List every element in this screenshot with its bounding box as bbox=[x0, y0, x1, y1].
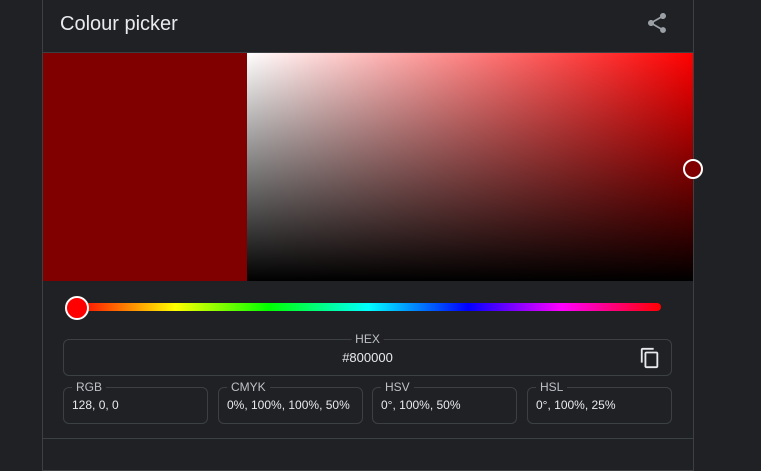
cmyk-label: CMYK bbox=[227, 380, 270, 394]
page-title: Colour picker bbox=[60, 13, 178, 35]
hex-label: HEX bbox=[351, 332, 384, 346]
hex-value[interactable]: #800000 bbox=[64, 350, 671, 365]
hsv-input[interactable] bbox=[381, 398, 512, 412]
saturation-value-handle[interactable] bbox=[683, 159, 703, 179]
hsv-field[interactable]: HSV bbox=[372, 380, 517, 424]
hex-field[interactable]: HEX #800000 bbox=[63, 332, 672, 376]
bottom-divider bbox=[43, 438, 693, 439]
hue-slider-handle[interactable] bbox=[65, 296, 89, 320]
hsv-label: HSV bbox=[381, 380, 414, 394]
cmyk-field[interactable]: CMYK bbox=[218, 380, 363, 424]
rgb-input[interactable] bbox=[72, 398, 203, 412]
hsl-input[interactable] bbox=[536, 398, 667, 412]
hue-slider[interactable] bbox=[76, 303, 661, 311]
hsl-label: HSL bbox=[536, 380, 568, 394]
cmyk-input[interactable] bbox=[227, 398, 358, 412]
color-preview-swatch bbox=[43, 53, 247, 281]
copy-icon[interactable] bbox=[639, 347, 661, 369]
hsl-field[interactable]: HSL bbox=[527, 380, 672, 424]
value-gradient bbox=[247, 53, 693, 281]
share-icon[interactable] bbox=[645, 11, 669, 35]
saturation-value-area[interactable] bbox=[247, 53, 693, 281]
rgb-label: RGB bbox=[72, 380, 107, 394]
rgb-field[interactable]: RGB bbox=[63, 380, 208, 424]
